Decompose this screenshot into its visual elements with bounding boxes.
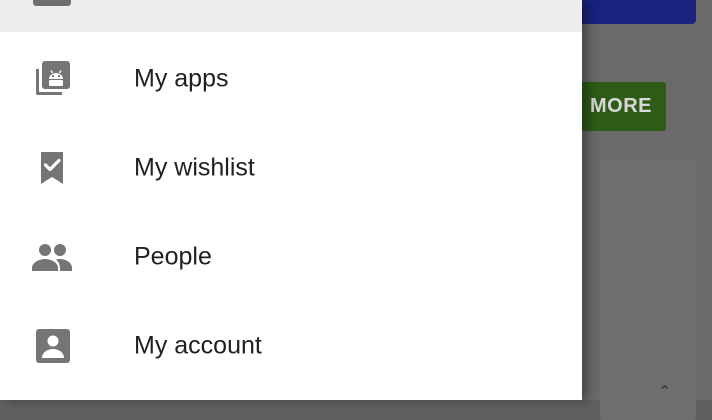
drawer-item-selected-partial[interactable] (0, 0, 582, 32)
bookmark-check-icon (28, 144, 76, 192)
navigation-drawer: My apps My wishlist People My account (0, 0, 582, 400)
people-icon (28, 233, 76, 281)
drawer-item-my-apps[interactable]: My apps (0, 34, 582, 123)
drawer-item-my-account[interactable]: My account (0, 301, 582, 390)
drawer-item-people[interactable]: People (0, 212, 582, 301)
drawer-item-label: My account (134, 331, 262, 359)
my-apps-icon (28, 55, 76, 103)
account-box-icon (28, 322, 76, 370)
drawer-item-my-wishlist[interactable]: My wishlist (0, 123, 582, 212)
partial-icon (33, 0, 71, 6)
chevron-up-icon: ⌃ (658, 384, 672, 401)
drawer-item-label: My wishlist (134, 153, 255, 181)
drawer-item-label: People (134, 242, 212, 270)
drawer-item-label: My apps (134, 64, 229, 92)
background-card (600, 160, 696, 420)
